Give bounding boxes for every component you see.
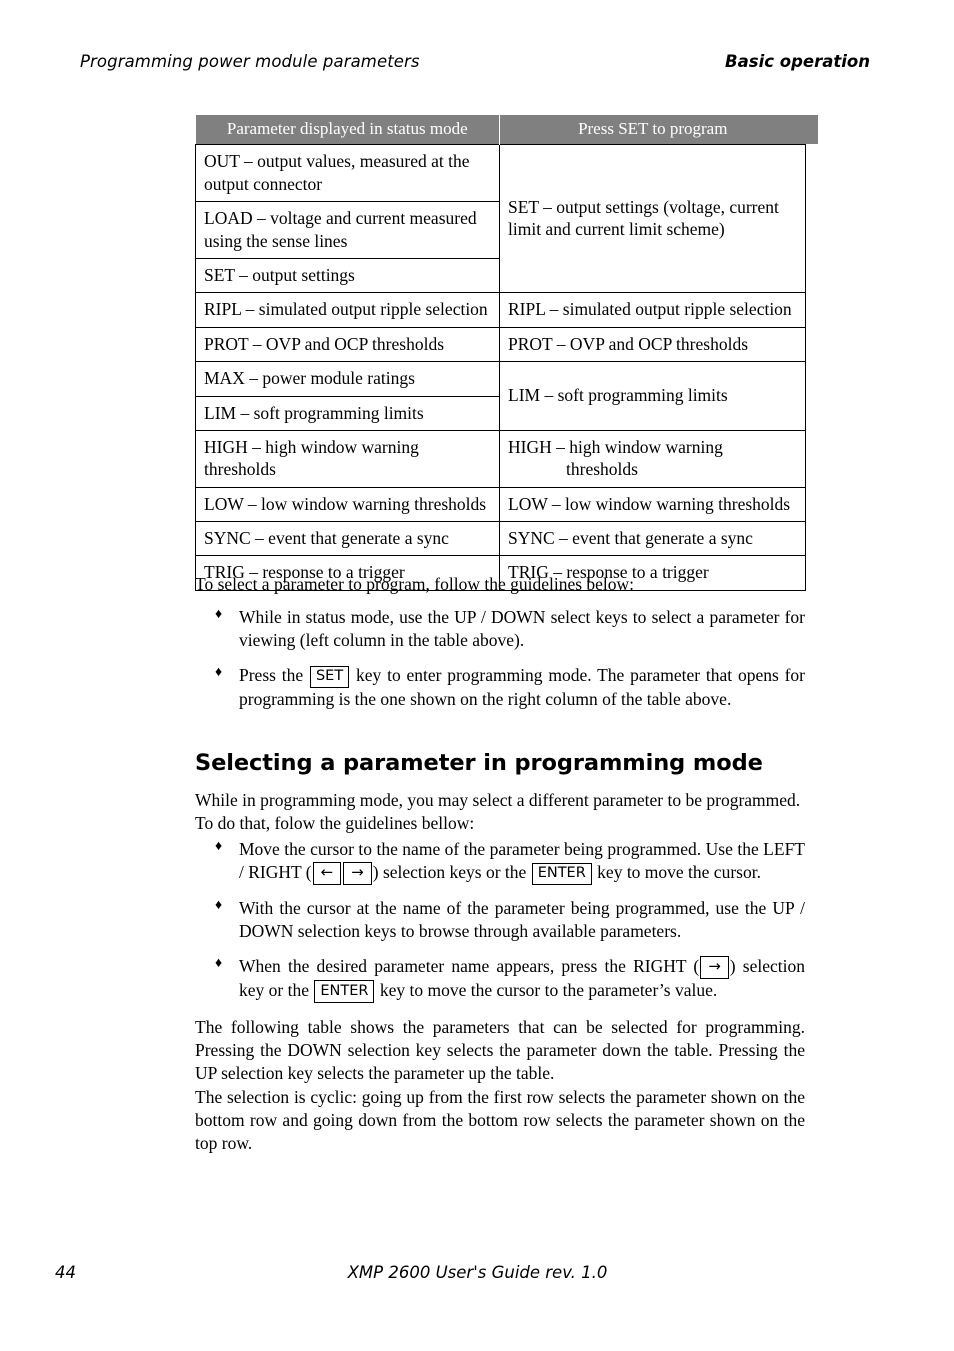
table-row: RIPL – simulated output ripple selection… [195, 292, 806, 328]
cyclic-selection-paragraph: The selection is cyclic: going up from t… [195, 1087, 805, 1154]
cell-status-param: SET – output settings [195, 257, 500, 294]
list-item-text: While in status mode, use the UP / DOWN … [239, 607, 805, 651]
cell-program-param: LIM – soft programming limits [499, 361, 806, 431]
cell-status-param: LOAD – voltage and current measured usin… [195, 201, 500, 259]
diamond-bullet-icon: ♦ [215, 956, 223, 972]
cell-program-param: SYNC – event that generate a sync [499, 521, 806, 557]
document-title-footer: XMP 2600 User's Guide rev. 1.0 [347, 1263, 608, 1282]
running-head-right: Basic operation [725, 52, 870, 71]
cell-program-param: HIGH – high window warning thresholds [499, 429, 806, 488]
running-head: Programming power module parameters Basi… [80, 52, 870, 78]
cell-status-param: RIPL – simulated output ripple selection [195, 292, 500, 328]
table-row: OUT – output values, measured at the out… [195, 144, 806, 294]
key-enter[interactable]: ENTER [314, 980, 375, 1003]
cell-program-param: LOW – low window warning thresholds [499, 486, 806, 523]
table-header-row: Parameter displayed in status mode Press… [195, 115, 806, 145]
table-selection-paragraph: The following table shows the parameters… [195, 1017, 805, 1084]
cell-line-1: HIGH – high window warning [508, 436, 723, 457]
section-heading: Selecting a parameter in programming mod… [195, 750, 763, 776]
lead-paragraph: To select a parameter to program, follow… [195, 574, 635, 594]
programming-mode-intro: While in programming mode, you may selec… [195, 790, 801, 834]
page-footer: 44 XMP 2600 User's Guide rev. 1.0 [55, 1263, 900, 1289]
key-enter[interactable]: ENTER [531, 862, 592, 886]
cell-status-param: LOW – low window warning thresholds [195, 486, 500, 523]
list-item: ♦ Press the SET key to enter programming… [195, 664, 805, 711]
cell-program-param: RIPL – simulated output ripple selection [499, 292, 806, 328]
cell-status-param: LIM – soft programming limits [195, 395, 500, 431]
list-item-text-pre: When the desired parameter name appears,… [239, 956, 700, 977]
table-row: LOW – low window warning thresholds LOW … [195, 486, 806, 523]
parameter-table: Parameter displayed in status mode Press… [195, 115, 806, 591]
cell-status-param: MAX – power module ratings [195, 361, 500, 397]
table-selection-paragraph-block: The following table shows the parameters… [195, 1016, 805, 1085]
key-left-arrow-icon[interactable]: ← [312, 861, 342, 885]
table-row: HIGH – high window warning thresholds HI… [195, 429, 806, 488]
table-header-tab [805, 115, 818, 144]
column-header-press-set: Press SET to program [499, 115, 806, 145]
key-set[interactable]: SET [309, 665, 350, 689]
key-right-arrow-icon[interactable]: → [343, 861, 372, 885]
cell-status-param: OUT – output values, measured at the out… [195, 144, 500, 203]
document-page: Programming power module parameters Basi… [0, 0, 954, 1351]
running-head-left: Programming power module parameters [80, 52, 420, 71]
diamond-bullet-icon: ♦ [215, 607, 223, 622]
lead-paragraph-block: To select a parameter to program, follow… [195, 573, 805, 596]
cell-program-param: PROT – OVP and OCP thresholds [499, 326, 806, 363]
list-item: ♦ While in status mode, use the UP / DOW… [195, 606, 805, 652]
list-item: ♦ When the desired parameter name appear… [195, 955, 805, 1003]
table-row: MAX – power module ratings LIM – soft pr… [195, 361, 806, 431]
list-item-text-mid: ) selection keys or the [372, 862, 531, 883]
table-row: PROT – OVP and OCP thresholds PROT – OVP… [195, 326, 806, 363]
diamond-bullet-icon: ♦ [215, 898, 223, 914]
diamond-bullet-icon: ♦ [215, 665, 223, 681]
programming-mode-intro-block: While in programming mode, you may selec… [195, 789, 805, 835]
list-item-text-pre: Press the [239, 665, 309, 686]
cell-status-param: SYNC – event that generate a sync [195, 521, 500, 557]
status-mode-guidelines: ♦ While in status mode, use the UP / DOW… [195, 606, 805, 711]
programming-mode-guidelines: ♦ Move the cursor to the name of the par… [195, 838, 805, 1003]
key-right-arrow-icon[interactable]: → [700, 955, 729, 979]
diamond-bullet-icon: ♦ [215, 839, 223, 854]
cell-line-2: thresholds [566, 459, 638, 480]
cyclic-selection-paragraph-block: The selection is cyclic: going up from t… [195, 1086, 805, 1155]
list-item-text: With the cursor at the name of the param… [239, 898, 805, 942]
parameter-table-wrapper: Parameter displayed in status mode Press… [195, 115, 806, 591]
list-item-text-post: key to move the cursor. [592, 862, 761, 883]
cell-program-param: SET – output settings (voltage, current … [499, 144, 806, 294]
cell-status-param: HIGH – high window warning thresholds [195, 429, 500, 488]
list-item: ♦ Move the cursor to the name of the par… [195, 838, 805, 886]
cell-status-param: PROT – OVP and OCP thresholds [195, 326, 500, 363]
column-header-status-mode: Parameter displayed in status mode [195, 115, 500, 145]
list-item: ♦ With the cursor at the name of the par… [195, 897, 805, 943]
table-row: SYNC – event that generate a sync SYNC –… [195, 521, 806, 557]
list-item-text-post: key to move the cursor to the parameter’… [375, 979, 718, 1000]
